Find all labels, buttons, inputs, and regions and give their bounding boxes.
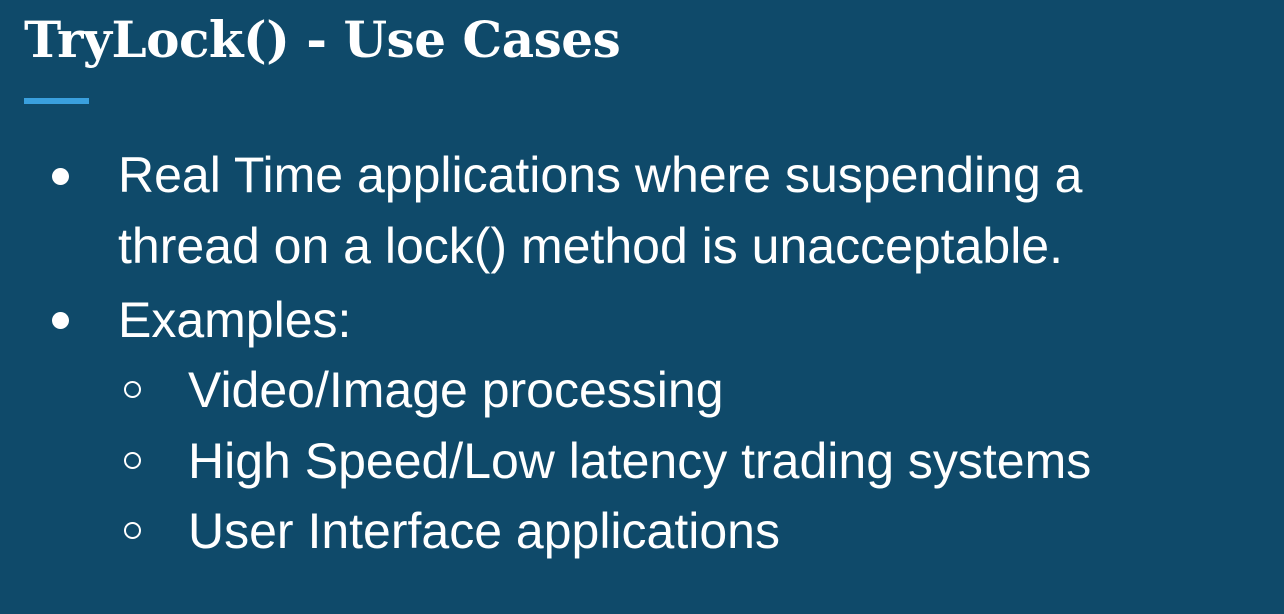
bullet-ring-icon xyxy=(124,522,141,539)
sub-bullet-item: User Interface applications xyxy=(0,0,1284,614)
slide: TryLock() - Use Cases Real Time applicat… xyxy=(0,0,1284,614)
sub-bullet-text: User Interface applications xyxy=(188,503,780,559)
